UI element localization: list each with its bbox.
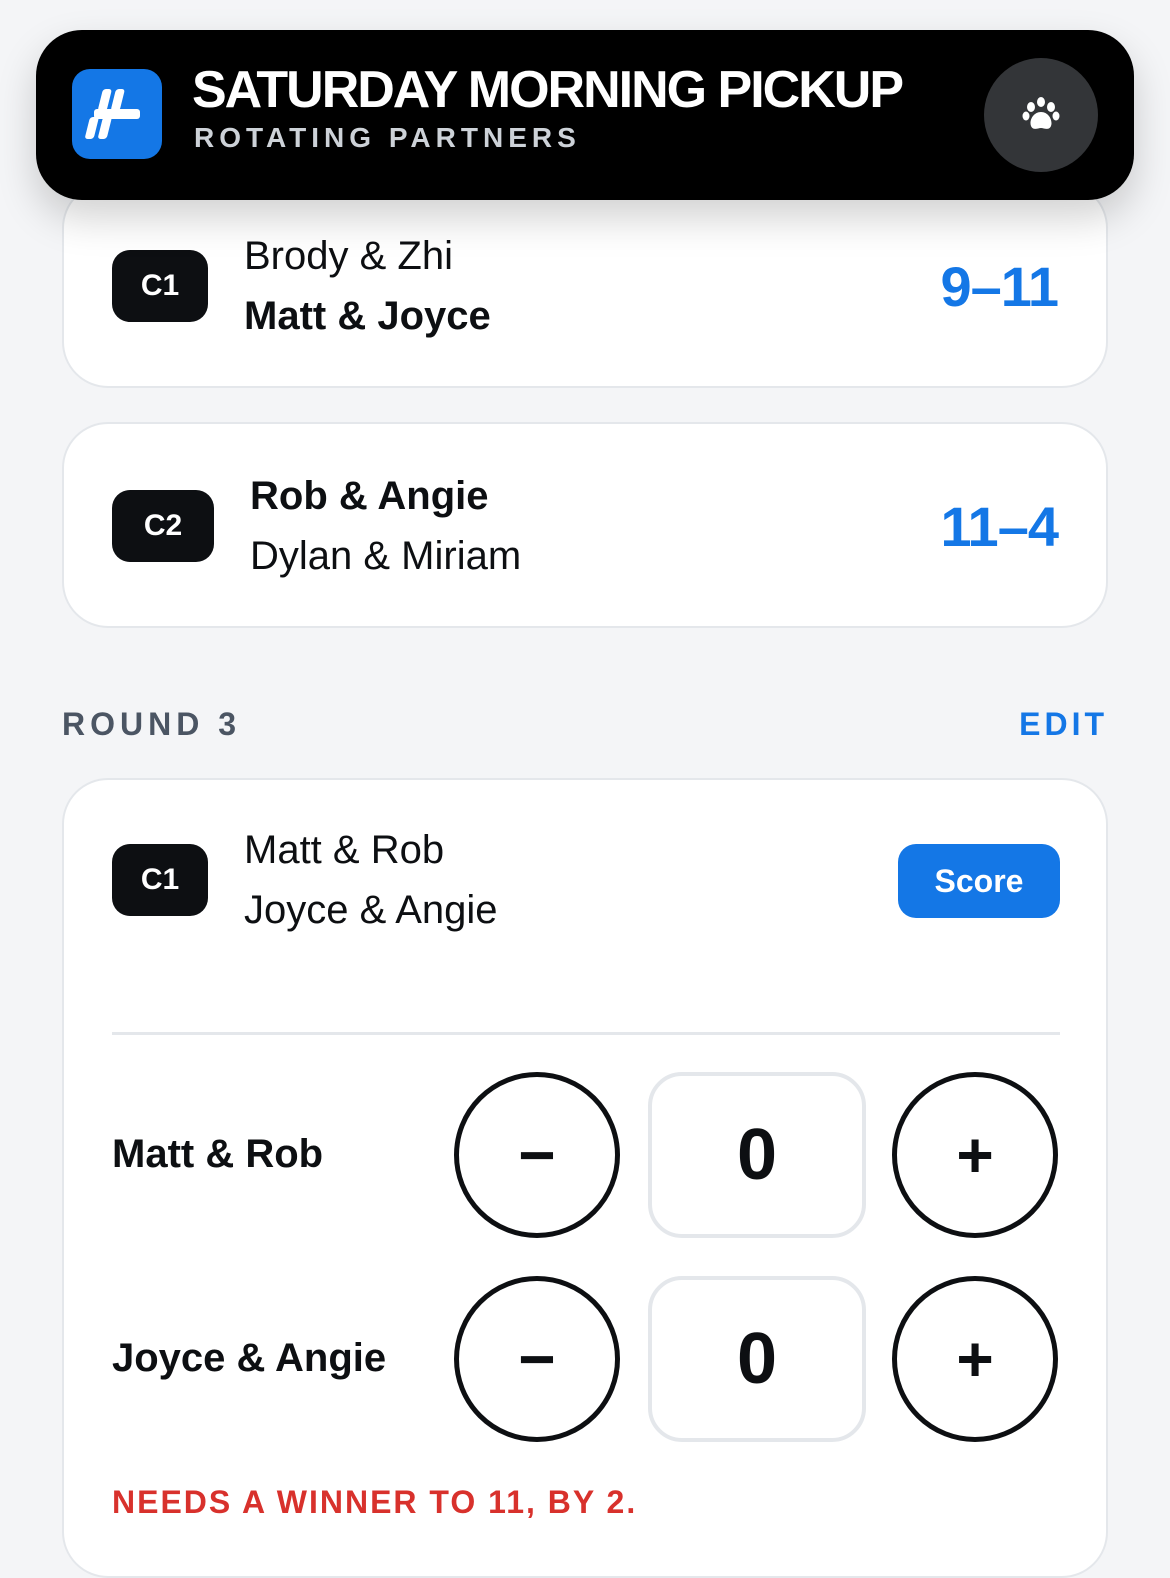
court-badge: C1 [112, 250, 208, 322]
app-header: SATURDAY MORNING PICKUP ROTATING PARTNER… [36, 30, 1134, 200]
validation-message: NEEDS A WINNER TO 11, BY 2. [112, 1484, 638, 1520]
decrement-team-a-button[interactable]: − [454, 1072, 620, 1238]
team-a-score-value: 0 [648, 1072, 866, 1238]
team-b-name: Dylan & Miriam [250, 534, 522, 578]
plus-icon: + [956, 1119, 994, 1191]
paw-icon [1022, 97, 1060, 129]
round-label: ROUND 3 [62, 706, 242, 742]
match-card[interactable]: C1 Brody & Zhi Matt & Joyce 9–11 [62, 182, 1108, 388]
score-button[interactable]: Score [898, 844, 1060, 918]
minus-icon: − [518, 1323, 556, 1395]
increment-team-a-button[interactable]: + [892, 1072, 1058, 1238]
match-score: 9–11 [940, 255, 1059, 318]
minus-icon: − [518, 1119, 556, 1191]
court-badge: C2 [112, 490, 214, 562]
team-a-name: Brody & Zhi [244, 234, 453, 278]
team-a-name: Rob & Angie [250, 474, 489, 518]
team-b-name: Matt & Joyce [244, 294, 491, 338]
hash-icon [72, 69, 162, 159]
decrement-team-b-button[interactable]: − [454, 1276, 620, 1442]
team-a-score-label: Matt & Rob [112, 1132, 324, 1176]
team-a-name: Matt & Rob [244, 828, 445, 872]
app-subtitle: ROTATING PARTNERS [194, 122, 581, 153]
court-badge: C1 [112, 844, 208, 916]
active-match-card: C1 Matt & Rob Joyce & Angie Score Matt &… [62, 778, 1108, 1578]
increment-team-b-button[interactable]: + [892, 1276, 1058, 1442]
team-b-score-label: Joyce & Angie [112, 1336, 387, 1380]
team-b-score-value: 0 [648, 1276, 866, 1442]
edit-round-button[interactable]: EDIT [1019, 706, 1108, 743]
team-b-name: Joyce & Angie [244, 888, 498, 932]
plus-icon: + [956, 1323, 994, 1395]
profile-button[interactable] [984, 58, 1098, 172]
app-title: SATURDAY MORNING PICKUP [192, 61, 904, 119]
divider [112, 1032, 1060, 1035]
match-card[interactable]: C2 Rob & Angie Dylan & Miriam 11–4 [62, 422, 1108, 628]
match-score: 11–4 [940, 495, 1059, 558]
